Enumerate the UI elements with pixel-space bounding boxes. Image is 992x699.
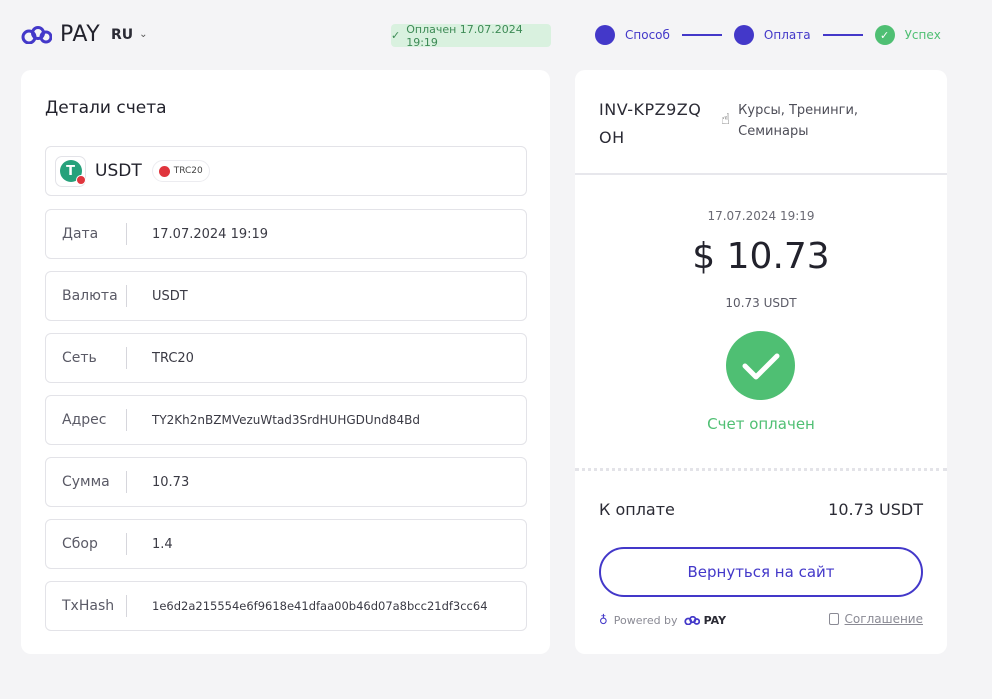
success-check-icon (726, 331, 795, 400)
detail-label: Адрес (62, 412, 107, 428)
detail-value: 1.4 (152, 536, 173, 552)
detail-row-date: Дата 17.07.2024 19:19 (45, 209, 527, 259)
powered-by-text: Powered by (613, 613, 678, 627)
total-value: 10.73 USDT (828, 500, 923, 519)
detail-label: Сумма (62, 474, 110, 490)
cloud-logo-icon (21, 25, 52, 44)
step-dot-method (595, 25, 615, 45)
detail-label: TxHash (62, 598, 115, 614)
coin-name: USDT (95, 161, 142, 181)
agreement-link[interactable]: Соглашение (828, 612, 923, 626)
step-label-success: Успех (904, 28, 941, 42)
detail-value: TRC20 (152, 350, 194, 366)
detail-value: USDT (152, 288, 188, 304)
invoice-details-card: Детали счета T USDT TRC20 Дата 17.07.202… (21, 70, 550, 654)
powered-brand: PAY (683, 613, 727, 627)
detail-row-network: Сеть TRC20 (45, 333, 527, 383)
language-code: RU (111, 27, 134, 43)
powered-brand-text: PAY (703, 613, 727, 627)
details-title: Детали счета (45, 98, 167, 118)
document-icon (828, 613, 839, 625)
return-to-site-button[interactable]: Вернуться на сайт (599, 547, 923, 597)
powered-by: ♁ Powered by PAY (599, 613, 726, 627)
divider (575, 173, 947, 175)
payment-amount: $ 10.73 (692, 236, 830, 277)
detail-label: Сеть (62, 350, 97, 366)
detail-row-fee: Сбор 1.4 (45, 519, 527, 569)
tron-network-icon (75, 175, 86, 185)
detail-value-txhash[interactable]: 1e6d2a215554e6f9618e41dfaa00b46d07a8bcc2… (127, 599, 502, 613)
detail-label: Валюта (62, 288, 118, 304)
agreement-link-text[interactable]: Соглашение (845, 612, 923, 626)
tron-icon (158, 165, 170, 177)
detail-value: 10.73 (152, 474, 190, 490)
power-icon: ♁ (599, 613, 608, 627)
logo-text: PAY (60, 22, 101, 47)
detail-label: Сбор (62, 536, 98, 552)
step-label-method: Способ (625, 28, 670, 42)
payment-crypto-amount: 10.73 USDT (725, 296, 797, 310)
invoice-summary-card: INV-KPZ9ZQOH ☝ Курсы, Тренинги, Семинары… (575, 70, 947, 654)
status-badge-text: Оплачен 17.07.2024 19:19 (406, 22, 523, 49)
status-badge: ✓ Оплачен 17.07.2024 19:19 (391, 22, 551, 49)
detail-row-address[interactable]: Адрес TY2Kh2nBZMVezuWtad3SrdHUHGDUnd84Bd (45, 395, 527, 445)
detail-row-amount: Сумма 10.73 (45, 457, 527, 507)
language-selector[interactable]: RU ⌄ (111, 27, 148, 43)
hand-icon: ☝ (721, 110, 731, 128)
step-connector (681, 34, 722, 36)
invoice-category: ☝ Курсы, Тренинги, Семинары (721, 100, 863, 142)
step-connector (822, 34, 863, 36)
cloud-logo-icon (683, 615, 700, 625)
detail-value: 17.07.2024 19:19 (152, 226, 269, 242)
payment-date: 17.07.2024 19:19 (707, 209, 815, 223)
network-badge: TRC20 (151, 160, 210, 182)
step-done-check-icon: ✓ (874, 25, 895, 45)
usdt-coin-icon: T (55, 155, 86, 187)
dotted-divider (575, 468, 947, 471)
detail-label: Дата (62, 226, 99, 242)
step-label-payment: Оплата (763, 28, 811, 42)
detail-row-currency: Валюта USDT (45, 271, 527, 321)
logo[interactable]: PAY (21, 22, 100, 47)
category-text: Курсы, Тренинги, Семинары (738, 103, 859, 139)
detail-value-address[interactable]: TY2Kh2nBZMVezuWtad3SrdHUHGDUnd84Bd (127, 413, 420, 427)
coin-row: T USDT TRC20 (45, 146, 527, 196)
detail-row-txhash[interactable]: TxHash 1e6d2a215554e6f9618e41dfaa00b46d0… (45, 581, 527, 631)
network-badge-label: TRC20 (173, 166, 203, 176)
chevron-down-icon: ⌄ (139, 28, 148, 40)
check-icon: ✓ (391, 29, 401, 42)
invoice-number: INV-KPZ9ZQOH (599, 100, 702, 147)
step-dot-payment (733, 25, 754, 45)
payment-status: Счет оплачен (707, 415, 815, 433)
total-label: К оплате (599, 500, 675, 519)
progress-steps: Способ Оплата ✓ Успех (595, 25, 941, 45)
